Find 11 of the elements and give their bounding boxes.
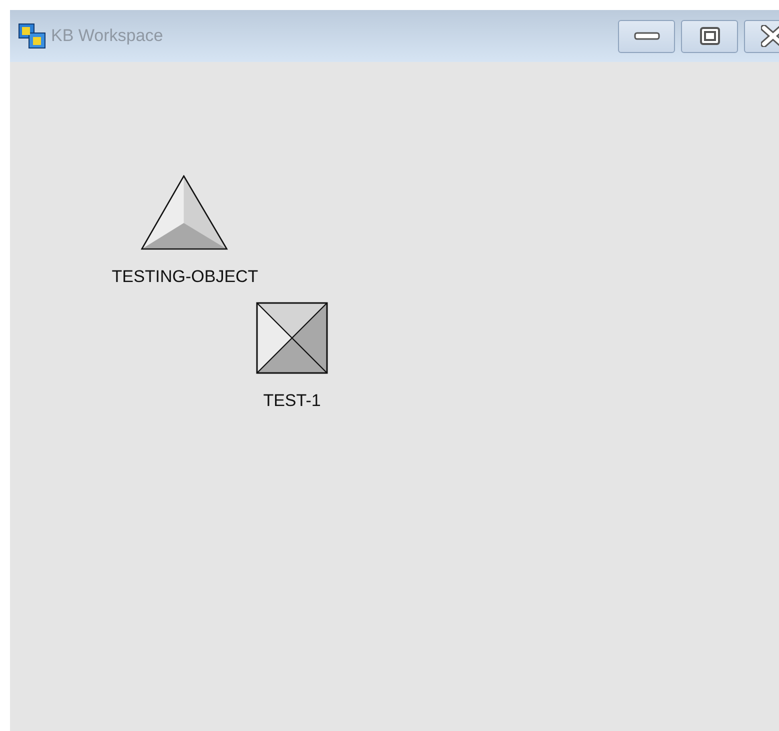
object-label: TESTING-OBJECT (112, 266, 258, 288)
box-icon (256, 302, 328, 374)
object-label: TEST-1 (263, 390, 321, 412)
triangle-icon (141, 175, 229, 251)
minimize-icon (634, 31, 660, 41)
minimize-button[interactable] (618, 20, 675, 52)
maximize-button[interactable] (681, 20, 738, 52)
app-icon (18, 23, 46, 49)
maximize-icon (698, 26, 720, 46)
close-icon (760, 25, 779, 47)
window-title: KB Workspace (51, 25, 164, 48)
